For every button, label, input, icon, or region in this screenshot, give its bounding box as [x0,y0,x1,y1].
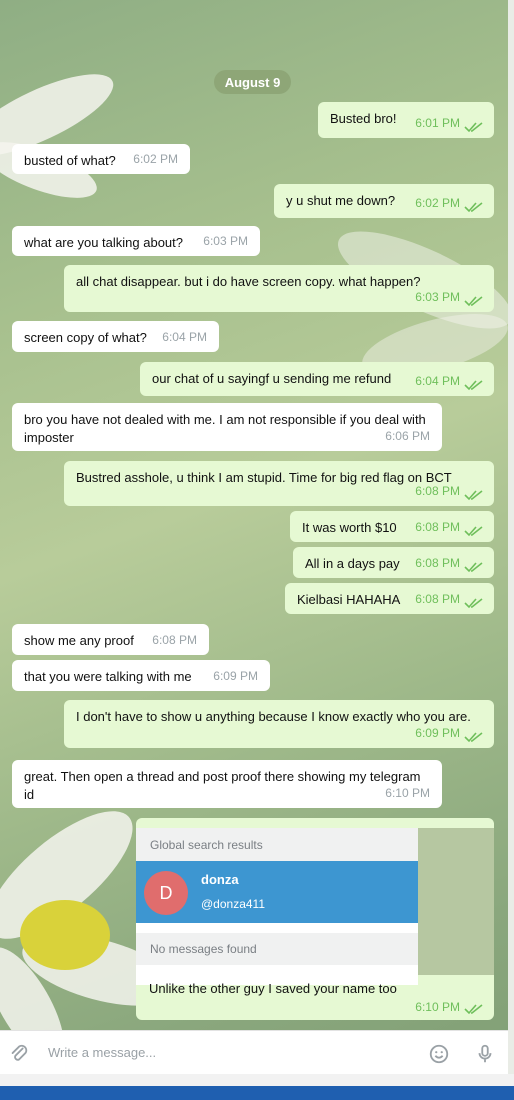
outgoing-message[interactable]: all chat disappear. but i do have screen… [64,265,494,312]
screenshot-image[interactable]: Global search results D donza @donza411 … [136,828,418,985]
message-text: great. Then open a thread and post proof… [24,769,421,802]
search-results-header: Global search results [136,828,418,861]
no-messages-label: No messages found [136,933,418,965]
outgoing-message[interactable]: Bustred asshole, u think I am stupid. Ti… [64,461,494,506]
message-composer: Write a message... [0,1030,508,1077]
incoming-message[interactable]: screen copy of what? 6:04 PM [12,321,219,352]
message-time: 6:02 PM [133,152,178,166]
message-time: 6:09 PM [415,726,460,740]
read-ticks-icon [464,1004,483,1015]
incoming-message[interactable]: show me any proof 6:08 PM [12,624,209,655]
message-time: 6:10 PM [415,1000,460,1014]
emoji-icon[interactable] [426,1041,452,1067]
incoming-message[interactable]: great. Then open a thread and post proof… [12,760,442,808]
paperclip-icon[interactable] [6,1041,32,1067]
search-result-row: D donza @donza411 [136,861,418,923]
message-caption: Unlike the other guy I saved your name t… [149,981,397,996]
message-time: 6:08 PM [415,556,460,570]
result-username: @donza411 [201,897,266,911]
outgoing-message[interactable]: All in a days pay 6:08 PM [293,547,494,578]
incoming-message[interactable]: bro you have not dealed with me. I am no… [12,403,442,451]
read-ticks-icon [464,490,483,501]
message-time: 6:08 PM [415,484,460,498]
incoming-message[interactable]: that you were talking with me 6:09 PM [12,660,270,691]
read-ticks-icon [464,526,483,537]
outgoing-message[interactable]: our chat of u sayingf u sending me refun… [140,362,494,396]
result-name: donza [201,872,239,887]
read-ticks-icon [464,562,483,573]
read-ticks-icon [464,380,483,391]
read-ticks-icon [464,296,483,307]
message-input[interactable]: Write a message... [48,1045,156,1060]
message-time: 6:03 PM [203,234,248,248]
outgoing-message[interactable]: Busted bro! 6:01 PM [318,102,494,138]
outgoing-message[interactable]: Kielbasi HAHAHA 6:08 PM [285,583,494,614]
message-time: 6:08 PM [152,633,197,647]
taskbar-strip [0,1074,514,1086]
date-separator: August 9 [214,70,291,94]
taskbar [0,1086,514,1100]
outgoing-message[interactable]: I don't have to show u anything because … [64,700,494,748]
message-time: 6:08 PM [415,520,460,534]
read-ticks-icon [464,202,483,213]
message-time: 6:08 PM [415,592,460,606]
message-time: 6:03 PM [415,290,460,304]
outgoing-message[interactable]: y u shut me down? 6:02 PM [274,184,494,218]
incoming-message[interactable]: what are you talking about? 6:03 PM [12,226,260,256]
screenshot-message[interactable]: Global search results D donza @donza411 … [136,818,494,1020]
avatar: D [144,871,188,915]
message-time: 6:02 PM [415,196,460,210]
read-ticks-icon [464,598,483,609]
message-time: 6:04 PM [162,330,207,344]
screenshot-side-panel [418,828,494,975]
incoming-message[interactable]: busted of what? 6:02 PM [12,144,190,174]
read-ticks-icon [464,732,483,743]
window-edge [508,0,514,1100]
read-ticks-icon [464,122,483,133]
message-time: 6:09 PM [213,669,258,683]
message-time: 6:10 PM [385,786,430,800]
message-time: 6:06 PM [385,429,430,443]
message-time: 6:04 PM [415,374,460,388]
microphone-icon[interactable] [472,1041,498,1067]
outgoing-message[interactable]: It was worth $10 6:08 PM [290,511,494,542]
message-text: bro you have not dealed with me. I am no… [24,412,426,445]
message-time: 6:01 PM [415,116,460,130]
